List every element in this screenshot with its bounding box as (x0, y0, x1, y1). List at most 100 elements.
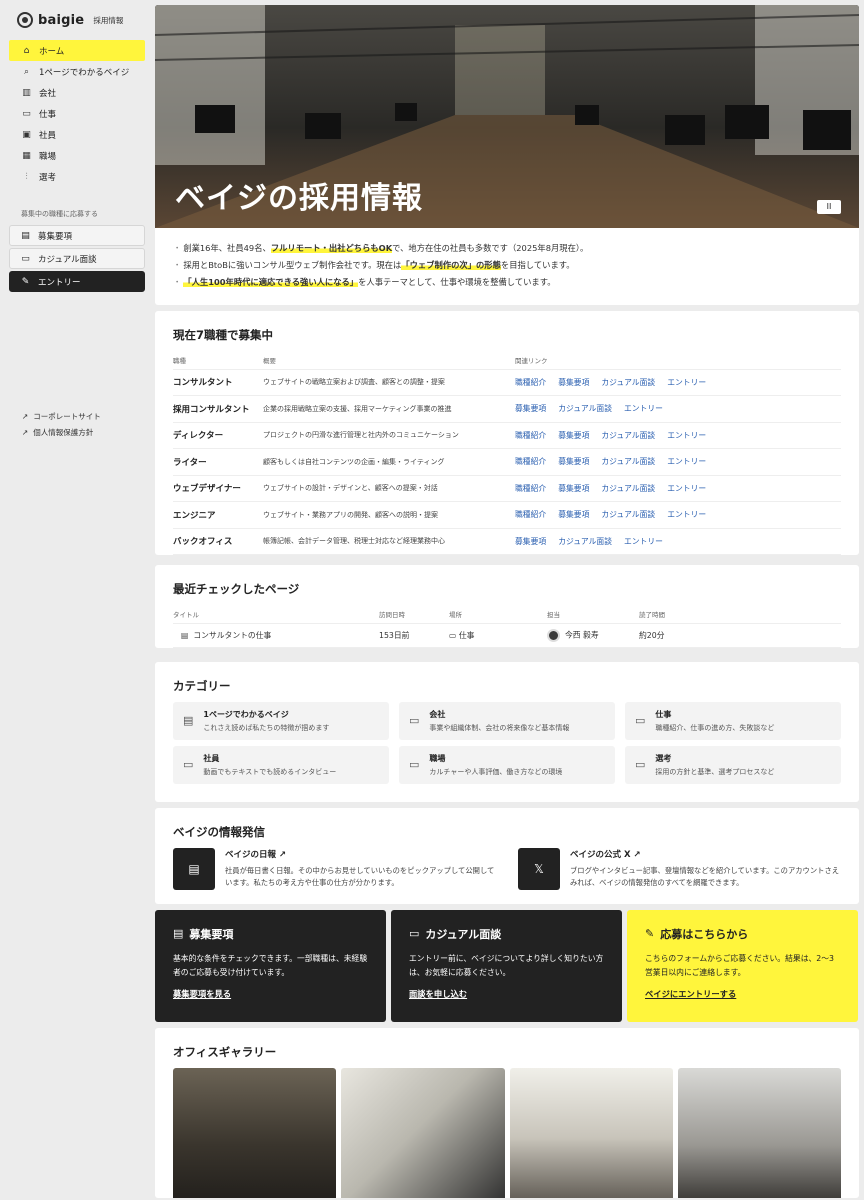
info-item-diary[interactable]: ▤ ベイジの日報 ↗ 社員が毎日書く日報。その中からお見せしていいものをピックア… (173, 847, 496, 890)
pause-button[interactable]: II (817, 200, 841, 214)
job-link[interactable]: カジュアル面談 (601, 457, 655, 466)
job-link[interactable]: 職種紹介 (515, 484, 546, 493)
gallery-photo[interactable] (173, 1067, 337, 1198)
job-link[interactable]: カジュアル面談 (601, 431, 655, 440)
folder-icon: ▭ (449, 630, 457, 640)
button-label: カジュアル面談 (38, 254, 97, 265)
job-link[interactable]: 募集要項 (515, 537, 546, 546)
info-section: ベイジの情報発信 ▤ ベイジの日報 ↗ 社員が毎日書く日報。その中からお見せして… (155, 807, 859, 904)
job-link[interactable]: エントリー (667, 457, 706, 466)
main-content: ベイジの採用情報 II 創業16年、社員49名、フルリモート・出社どちらもOKで… (155, 5, 859, 1200)
privacy-policy-link[interactable]: ↗ 個人情報保護方針 (22, 424, 101, 440)
gallery-photo[interactable] (509, 1067, 673, 1198)
job-link[interactable]: 職種紹介 (515, 378, 546, 387)
cta-desc: こちらのフォームからご応募ください。結果は、2〜3営業日以内にご連絡します。 (645, 953, 835, 977)
job-link[interactable]: 募集要項 (515, 404, 546, 413)
cta-requirements-link[interactable]: 募集要項を見る (173, 988, 368, 1000)
job-link[interactable]: エントリー (667, 510, 706, 519)
nav-workplace[interactable]: ▦ 職場 (9, 145, 145, 166)
job-link[interactable]: 職種紹介 (515, 431, 546, 440)
brand-logo[interactable]: baigie 採用情報 (17, 8, 145, 32)
job-name: 採用コンサルタント (173, 395, 263, 423)
sidebar-footer-links: ↗ コーポレートサイト ↗ 個人情報保護方針 (22, 408, 101, 440)
categories-title: カテゴリー (173, 678, 231, 693)
col-header: 訪問日時 (379, 605, 449, 624)
hero-section: ベイジの採用情報 II 創業16年、社員49名、フルリモート・出社どちらもOKで… (155, 5, 859, 305)
sidebar-casual-button[interactable]: ▭ カジュアル面談 (9, 248, 145, 269)
calendar-icon: ▭ (409, 927, 420, 940)
job-link[interactable]: 募集要項 (558, 378, 589, 387)
job-link[interactable]: 職種紹介 (515, 510, 546, 519)
categories-grid: ▤ 1ページでわかるベイジ これさえ読めば私たちの特徴が掴めます ▭ 会社事業や組織体制… (155, 701, 859, 802)
cta-requirements: ▤ 募集要項 基本的な条件をチェックできます。一部職種は、未経験者のご応募も受け付… (155, 909, 386, 1022)
folder-icon: ▭ (183, 758, 194, 771)
folder-icon: ▭ (635, 714, 646, 727)
folder-icon: ▭ (409, 714, 420, 727)
job-name: コンサルタント (173, 369, 263, 396)
cta-casual-link[interactable]: 面談を申し込む (409, 988, 604, 1000)
category-card[interactable]: ▤ 1ページでわかるベイジ これさえ読めば私たちの特徴が掴めます (173, 701, 389, 740)
cta-desc: 基本的な条件をチェックできます。一部職種は、未経験者のご応募も受け付けています。 (173, 953, 368, 977)
recent-time: 約20分 (639, 623, 841, 648)
gallery-photo[interactable] (677, 1067, 841, 1198)
job-link[interactable]: カジュアル面談 (558, 404, 612, 413)
hero-bullets: 創業16年、社員49名、フルリモート・出社どちらもOKで、地方在住の社員も多数で… (155, 228, 859, 305)
job-name: ディレクター (173, 422, 263, 449)
nav-staff[interactable]: ▣ 社員 (9, 124, 145, 145)
category-card[interactable]: ▭ 選考 採用の方針と基準、選考プロセスなど (625, 745, 841, 784)
sidebar-requirements-button[interactable]: ▤ 募集要項 (9, 225, 145, 246)
external-link-icon: ↗ (22, 427, 29, 437)
category-card[interactable]: ▭ 社員 動画でもテキストでも読めるインタビュー (173, 745, 389, 784)
table-row[interactable]: ▤ コンサルタントの仕事 153日前 ▭ 仕事 今西 毅寿 約20分 (173, 623, 841, 648)
logo-icon (17, 12, 33, 28)
job-link[interactable]: エントリー (624, 404, 663, 413)
folder-icon: ▭ (635, 758, 646, 771)
job-desc: 顧客もしくは自社コンテンツの企画・編集・ライティング (263, 448, 515, 476)
recent-person: 今西 毅寿 (565, 630, 599, 639)
sidebar-entry-button[interactable]: ✎ エントリー (9, 271, 145, 292)
col-header: 関連リンク (515, 351, 841, 370)
table-row: コンサルタント ウェブサイトの戦略立案および調査、顧客との調整・提案 職種紹介 募集要… (173, 369, 841, 396)
nav-selection[interactable]: ⫶ 選考 (9, 166, 145, 187)
job-link[interactable]: 募集要項 (558, 457, 589, 466)
info-item-x[interactable]: 𝕏 ベイジの公式 X ↗ ブログやインタビュー記事、登壇情報などを紹介しています… (518, 847, 841, 890)
gallery-photo[interactable] (341, 1067, 505, 1198)
nav-home[interactable]: ⌂ ホーム (9, 40, 145, 61)
category-title: 会社 (429, 709, 446, 719)
home-icon: ⌂ (23, 45, 30, 56)
job-link[interactable]: 職種紹介 (515, 457, 546, 466)
job-link[interactable]: 募集要項 (558, 484, 589, 493)
nav-company[interactable]: ▥ 会社 (9, 82, 145, 103)
category-card[interactable]: ▭ 会社事業や組織体制、会社の将来像など基本情報 (399, 701, 615, 740)
job-link[interactable]: エントリー (667, 484, 706, 493)
category-card[interactable]: ▭ 仕事 職種紹介、仕事の進め方、失敗談など (625, 701, 841, 740)
job-link[interactable]: カジュアル面談 (601, 378, 655, 387)
gallery-section: オフィスギャラリー (155, 1027, 859, 1198)
job-link[interactable]: カジュアル面談 (558, 537, 612, 546)
job-link[interactable]: カジュアル面談 (601, 510, 655, 519)
cta-entry-link[interactable]: ベイジにエントリーする (645, 988, 840, 1000)
job-link[interactable]: エントリー (667, 378, 706, 387)
nav-work[interactable]: ▭ 仕事 (9, 103, 145, 124)
category-desc: 事業や組織体制、会社の将来像など基本情報 (429, 723, 570, 732)
recent-page-title[interactable]: コンサルタントの仕事 (193, 631, 271, 640)
category-title: 社員 (203, 753, 220, 763)
job-link[interactable]: カジュアル面談 (601, 484, 655, 493)
job-link[interactable]: エントリー (624, 537, 663, 546)
recent-table: タイトル 訪問日時 場所 担当 読了時間 ▤ コンサルタントの仕事 153日前 … (173, 605, 841, 648)
col-header: 場所 (449, 605, 547, 624)
col-header: 担当 (547, 605, 639, 624)
info-item-desc: ブログやインタビュー記事、登壇情報などを紹介しています。このアカウントさえみれば… (570, 865, 840, 887)
nav-label: 選考 (39, 172, 57, 183)
cta-casual: ▭ カジュアル面談 エントリー前に、ベイジについてより詳しく知りたい方は、お気軽に… (391, 909, 622, 1022)
job-link[interactable]: 募集要項 (558, 510, 589, 519)
recent-section: 最近チェックしたページ タイトル 訪問日時 場所 担当 読了時間 ▤ コンサルタ… (155, 565, 859, 648)
bullet-item: 創業16年、社員49名、フルリモート・出社どちらもOKで、地方在住の社員も多数で… (173, 240, 841, 257)
corporate-site-link[interactable]: ↗ コーポレートサイト (22, 408, 101, 424)
job-link[interactable]: 募集要項 (558, 431, 589, 440)
category-card[interactable]: ▭ 職場 カルチャーや人事評価、働き方などの環境 (399, 745, 615, 784)
document-icon: ▤ (183, 714, 194, 727)
job-link[interactable]: エントリー (667, 431, 706, 440)
gallery-strip (155, 1067, 859, 1198)
nav-onepage[interactable]: ⌕ 1ページでわかるベイジ (9, 61, 145, 82)
